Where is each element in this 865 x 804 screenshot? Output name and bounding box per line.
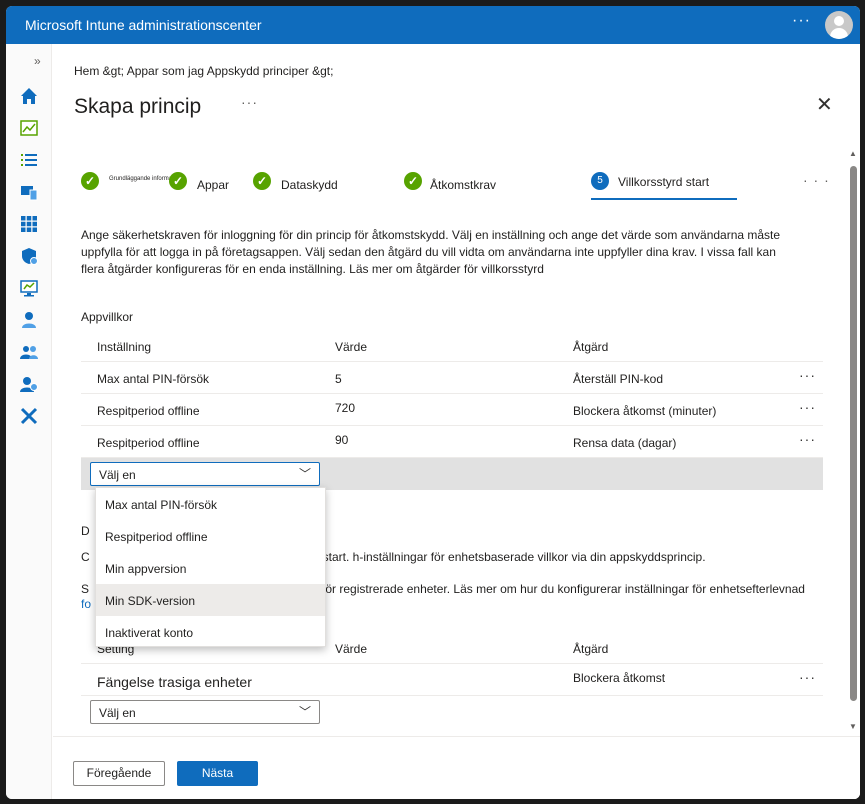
add-setting-row: Välj en ﹀ [81,696,823,728]
desc-text: för registrerade enheter. Läs mer om hur… [322,582,805,596]
dropdown-option[interactable]: Max antal PIN-försök [96,488,325,520]
action-cell[interactable]: Rensa data (dagar) [573,436,676,450]
description: Ange säkerhetskraven för inloggning för … [81,228,781,276]
device-setting-select[interactable]: Välj en ﹀ [90,700,320,724]
value-cell[interactable]: 720 [335,401,355,415]
action-cell[interactable]: Återställ PIN-kod [573,372,663,386]
desc-prefix: C [81,550,90,564]
top-bar: Microsoft Intune administrationscenter ·… [6,6,860,44]
step-label: Appar [197,178,230,192]
table-row[interactable]: Respitperiod offline 90 Rensa data (daga… [81,426,823,458]
app-conditions-table: Inställning Värde Åtgärd Max antal PIN-f… [81,330,823,490]
column-header: Åtgärd [573,642,609,656]
row-more-icon[interactable]: ··· [799,367,816,383]
dashboard-icon[interactable] [19,118,39,138]
column-header: Inställning [97,340,152,354]
table-row[interactable]: Fängelse trasiga enheter Blockera åtkoms… [81,664,823,696]
scrollbar[interactable]: ▲ ▼ [847,144,859,744]
setting-cell: Max antal PIN-försök [97,372,210,386]
previous-button[interactable]: Föregående [73,761,165,786]
setting-cell: Respitperiod offline [97,436,200,450]
active-step-indicator [591,198,737,200]
page-title: Skapa princip [74,95,202,118]
title-more-icon[interactable]: ··· [241,94,258,110]
apps-icon[interactable] [19,214,39,234]
check-icon: ✓ [169,172,187,190]
setting-select[interactable]: Välj en ﹀ [90,462,320,486]
setting-cell: Respitperiod offline [97,404,200,418]
avatar[interactable] [825,11,853,39]
table-header: Inställning Värde Åtgärd [81,330,823,362]
table-row[interactable]: Max antal PIN-försök 5 Återställ PIN-kod… [81,362,823,394]
row-more-icon[interactable]: ··· [799,669,816,685]
app-window: Microsoft Intune administrationscenter ·… [6,6,860,799]
scroll-down-icon[interactable]: ▼ [849,722,857,731]
main-content: Hem &gt; Appar som jag Appskydd principe… [53,44,860,799]
check-icon: ✓ [81,172,99,190]
tenant-admin-icon[interactable] [19,374,39,394]
chevron-down-icon: ﹀ [298,467,311,481]
wizard-more-icon[interactable]: · · · [803,172,830,188]
desc-text: start. h-inställningar för enhetsbaserad… [322,550,706,564]
scroll-up-icon[interactable]: ▲ [849,149,857,158]
table-row[interactable]: Respitperiod offline 720 Blockera åtkoms… [81,394,823,426]
all-services-icon[interactable] [19,150,39,170]
home-icon[interactable] [19,86,39,106]
next-button[interactable]: Nästa [177,761,258,786]
learn-more-link[interactable]: fo [81,597,91,611]
dropdown-option[interactable]: Min appversion [96,552,325,584]
app-conditions-label: Appvillkor [81,310,134,324]
device-conditions-label: D [81,524,90,538]
footer: Föregående Nästa [53,736,860,799]
expand-nav-icon[interactable]: » [34,54,41,68]
left-nav: » [6,44,52,799]
step-number: 5 [591,172,609,190]
value-cell[interactable]: 90 [335,433,348,447]
endpoint-security-icon[interactable] [19,246,39,266]
dropdown-option[interactable]: Min SDK-version [96,584,325,616]
chevron-down-icon: ﹀ [298,705,311,719]
step-label: Villkorsstyrd start [618,175,710,189]
setting-dropdown-menu: Max antal PIN-försök Respitperiod offlin… [95,487,326,647]
column-header: Åtgärd [573,340,609,354]
check-icon: ✓ [253,172,271,190]
check-icon: ✓ [404,172,422,190]
reports-icon[interactable] [19,278,39,298]
column-header: Värde [335,340,368,354]
add-setting-row: Välj en ﹀ [81,458,823,490]
step-label: Dataskydd [281,178,338,192]
troubleshooting-icon[interactable] [19,406,39,426]
more-options-icon[interactable]: ··· [792,12,811,30]
step-label: Åtkomstkrav [430,178,497,192]
desc-prefix: S [81,582,90,596]
value-cell[interactable]: 5 [335,372,342,386]
users-icon[interactable] [19,310,39,330]
wizard-steps: ✓ Grundläggande information ✓ Appar ✓ Da… [53,169,860,200]
breadcrumb[interactable]: Hem &gt; Appar som jag Appskydd principe… [74,64,333,78]
app-title: Microsoft Intune administrationscenter [25,17,262,33]
setting-cell: Fängelse trasiga enheter [97,674,252,690]
row-more-icon[interactable]: ··· [799,399,816,415]
dropdown-option[interactable]: Respitperiod offline [96,520,325,552]
select-value: Välj en [99,468,136,482]
groups-icon[interactable] [19,342,39,362]
column-header: Värde [335,642,368,656]
close-icon[interactable]: ✕ [816,92,833,117]
action-cell[interactable]: Blockera åtkomst (minuter) [573,404,716,418]
action-cell[interactable]: Blockera åtkomst [573,671,665,685]
select-value: Välj en [99,706,136,720]
row-more-icon[interactable]: ··· [799,431,816,447]
dropdown-option[interactable]: Inaktiverat konto [96,616,325,648]
devices-icon[interactable] [19,182,39,202]
scrollbar-thumb[interactable] [850,166,857,701]
